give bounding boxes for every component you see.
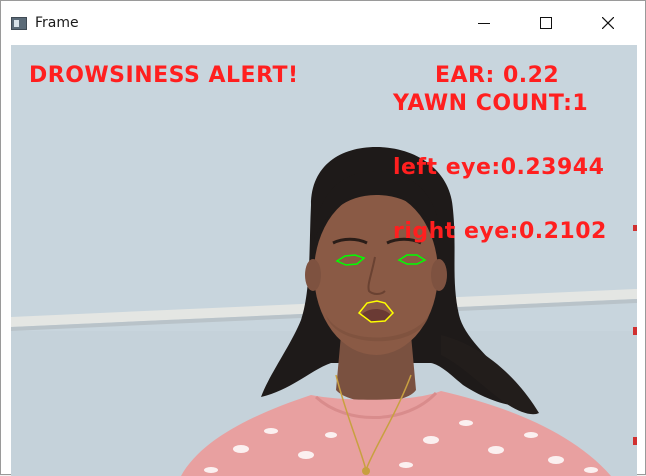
window-app-icon bbox=[11, 17, 27, 30]
right-eye-value-text: right eye:0.2102 bbox=[393, 219, 607, 244]
ear-value-text: EAR: 0.22 bbox=[435, 63, 560, 88]
drowsiness-alert-text: DROWSINESS ALERT! bbox=[29, 63, 299, 88]
window-title: Frame bbox=[35, 15, 79, 31]
yawn-count-text: YAWN COUNT:1 bbox=[393, 91, 589, 116]
minimize-button[interactable] bbox=[461, 1, 507, 45]
maximize-icon bbox=[540, 17, 552, 29]
close-icon bbox=[602, 17, 614, 29]
video-frame: DROWSINESS ALERT! EAR: 0.22 YAWN COUNT:1… bbox=[11, 45, 637, 476]
minimize-icon bbox=[478, 23, 490, 24]
app-window: Frame DROWSINESS ALERT! EAR: 0.22 YAWN C… bbox=[0, 0, 646, 476]
left-eye-value-text: left eye:0.23944 bbox=[393, 155, 605, 180]
maximize-button[interactable] bbox=[523, 1, 569, 45]
title-bar[interactable]: Frame bbox=[1, 1, 645, 45]
close-button[interactable] bbox=[585, 1, 631, 45]
